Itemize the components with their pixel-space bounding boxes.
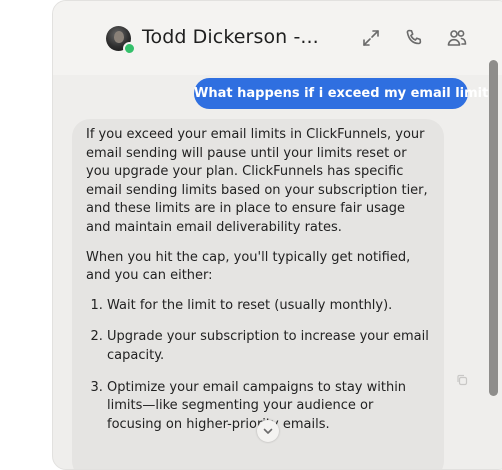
online-status-indicator <box>123 42 136 55</box>
chat-header: Todd Dickerson -... <box>53 1 502 75</box>
contact-name[interactable]: Todd Dickerson -... <box>142 26 319 48</box>
phone-icon[interactable] <box>404 28 424 48</box>
assistant-message-bubble: If you exceed your email limits in Click… <box>72 119 444 469</box>
user-message-bubble: What happens if i exceed my email limits <box>194 78 496 109</box>
assistant-paragraph: If you exceed your email limits in Click… <box>86 127 428 235</box>
chevron-down-icon <box>263 428 273 434</box>
people-icon[interactable] <box>447 28 467 48</box>
scrollbar-thumb[interactable] <box>489 60 498 396</box>
scroll-to-bottom-button[interactable] <box>257 420 279 442</box>
list-item: Upgrade your subscription to increase yo… <box>107 328 431 365</box>
list-item: Wait for the limit to reset (usually mon… <box>107 297 431 316</box>
assistant-paragraph: When you hit the cap, you'll typically g… <box>86 249 411 284</box>
copy-icon[interactable] <box>456 371 468 386</box>
expand-icon[interactable] <box>361 28 381 48</box>
avatar-image <box>114 31 124 43</box>
assistant-list: Wait for the limit to reset (usually mon… <box>86 297 431 435</box>
avatar[interactable] <box>106 26 136 55</box>
chat-panel: Todd Dickerson -... What happens if i ex… <box>52 0 502 470</box>
user-message-text: What happens if i exceed my email limits <box>194 86 497 101</box>
